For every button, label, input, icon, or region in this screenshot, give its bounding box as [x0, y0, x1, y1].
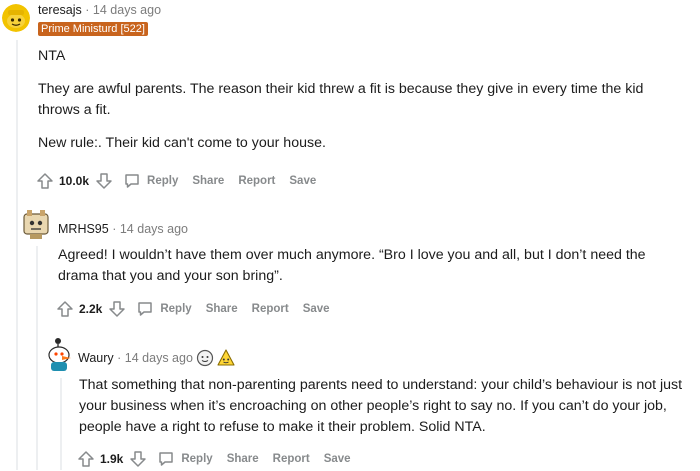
vote-score: 2.2k — [79, 302, 103, 316]
upvote-icon — [78, 451, 94, 467]
downvote-button[interactable] — [93, 170, 115, 192]
comment-paragraph: That something that non-parenting parent… — [79, 377, 683, 435]
separator: · — [117, 351, 122, 365]
user-avatar[interactable] — [21, 208, 51, 240]
award[interactable] — [196, 349, 214, 367]
downvote-button[interactable] — [106, 298, 128, 320]
face-award-icon — [196, 349, 214, 367]
separator: · — [85, 3, 90, 17]
upvote-button[interactable] — [34, 170, 56, 192]
reply-button[interactable]: Reply — [128, 300, 192, 318]
upvote-icon — [57, 301, 73, 317]
user-avatar[interactable] — [44, 336, 74, 372]
comment-paragraph: They are awful parents. The reason their… — [38, 81, 644, 118]
vote-score: 1.9k — [100, 452, 124, 466]
comment-paragraph: NTA — [38, 48, 66, 64]
share-button[interactable]: Share — [206, 303, 238, 315]
downvote-icon — [96, 173, 112, 189]
downvote-icon — [109, 301, 126, 317]
report-button[interactable]: Report — [273, 453, 310, 465]
thread-line[interactable] — [60, 378, 62, 470]
comment-body: NTA They are awful parents. The reason t… — [38, 46, 678, 166]
reply-button[interactable]: Reply — [149, 450, 213, 468]
reply-button[interactable]: Reply — [115, 172, 178, 190]
upvote-button[interactable] — [75, 448, 97, 470]
report-button[interactable]: Report — [252, 303, 289, 315]
comment-paragraph: Agreed! I wouldn’t have them over much a… — [58, 247, 646, 284]
username[interactable]: Waury — [78, 351, 114, 365]
comment-bubble-icon — [125, 174, 139, 188]
separator: · — [112, 222, 117, 236]
save-button[interactable]: Save — [324, 453, 351, 465]
comment-actions: 1.9k Reply Share Report Save — [75, 447, 365, 471]
comment-actions: 10.0k Reply Share Report Save — [34, 169, 330, 193]
reply-label: Reply — [160, 303, 192, 315]
save-button[interactable]: Save — [303, 303, 330, 315]
timestamp[interactable]: 14 days ago — [120, 222, 188, 236]
report-button[interactable]: Report — [238, 175, 275, 187]
save-button[interactable]: Save — [289, 175, 316, 187]
timestamp[interactable]: 14 days ago — [93, 3, 161, 17]
comment-paragraph: New rule:. Their kid can't come to your … — [38, 135, 326, 151]
reply-label: Reply — [147, 175, 179, 187]
user-flair: Prime Ministurd [522] — [38, 22, 148, 36]
upvote-button[interactable] — [54, 298, 76, 320]
thread-line[interactable] — [16, 40, 18, 470]
snoo-avatar-icon — [48, 338, 71, 371]
comment-actions: 2.2k Reply Share Report Save — [54, 297, 344, 321]
user-avatar[interactable] — [2, 4, 30, 32]
downvote-button[interactable] — [127, 448, 149, 470]
downvote-icon — [130, 451, 147, 467]
comment-body: Agreed! I wouldn’t have them over much a… — [58, 245, 683, 299]
comment-meta: MRHS95 · 14 days ago — [58, 222, 188, 236]
comment-body: That something that non-parenting parent… — [79, 375, 695, 450]
comment-meta: Waury · 14 days ago — [78, 351, 193, 365]
username[interactable]: MRHS95 — [58, 222, 109, 236]
vote-score: 10.0k — [59, 174, 90, 188]
award[interactable] — [217, 349, 235, 367]
share-button[interactable]: Share — [227, 453, 259, 465]
share-button[interactable]: Share — [192, 175, 224, 187]
thread-line[interactable] — [36, 246, 38, 470]
comment-meta: teresajs · 14 days ago — [38, 3, 161, 17]
upvote-icon — [37, 173, 53, 189]
timestamp[interactable]: 14 days ago — [125, 351, 193, 365]
helpful-award-icon — [217, 349, 235, 366]
username[interactable]: teresajs — [38, 3, 82, 17]
comment-bubble-icon — [159, 452, 174, 466]
snoo-avatar-icon — [23, 210, 49, 239]
snoo-avatar-icon — [2, 4, 30, 32]
reply-label: Reply — [181, 453, 213, 465]
comment-bubble-icon — [138, 302, 153, 316]
